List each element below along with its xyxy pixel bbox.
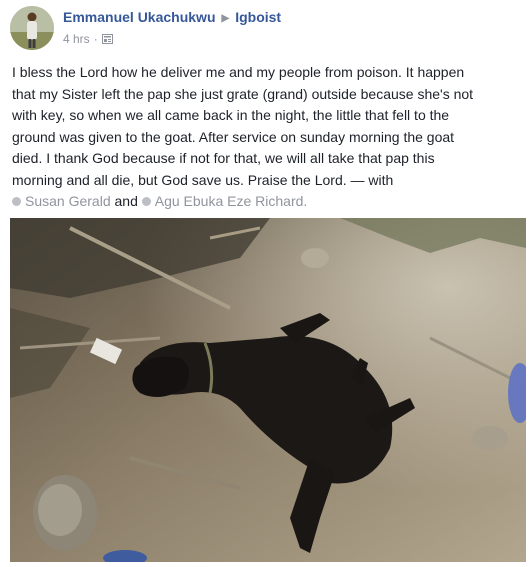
post-photo[interactable] — [10, 218, 529, 566]
audience-icon[interactable] — [101, 33, 113, 44]
tagged-people-line: Susan Gerald and Agu Ebuka Eze Richard. — [12, 191, 522, 213]
author-name-link[interactable]: Emmanuel Ukachukwu — [63, 9, 216, 25]
tag-joiner: and — [114, 193, 138, 209]
tag-end-period: . — [303, 193, 308, 209]
post-body-line: ground was given to the goat. After serv… — [12, 128, 455, 145]
tagged-person-link[interactable]: Susan Gerald — [12, 193, 111, 209]
post-body-line: with key, so when we all came back in th… — [12, 107, 450, 123]
meta-separator: · — [93, 32, 98, 46]
post-body-line: that my Sister left the pap she just gra… — [12, 85, 474, 102]
right-triangle-icon: ▶ — [221, 13, 230, 24]
post-body-line: morning and all die, but God save us. Pr… — [12, 171, 394, 188]
post-body-line: I bless the Lord how he deliver me and m… — [12, 64, 465, 80]
post-timestamp[interactable]: 4 hrs — [63, 32, 90, 46]
author-avatar[interactable] — [10, 6, 54, 50]
post-body: I bless the Lord how he deliver me and m… — [12, 62, 522, 213]
tagged-person-name: Susan Gerald — [25, 193, 111, 209]
tagged-person-link[interactable]: Agu Ebuka Eze Richard — [141, 193, 304, 209]
post-title-line: Emmanuel Ukachukwu ▶ Igboist — [63, 9, 281, 25]
group-name-link[interactable]: Igboist — [235, 9, 281, 25]
tagged-person-name: Agu Ebuka Eze Richard — [154, 193, 304, 209]
post-meta: 4 hrs · — [63, 32, 113, 46]
tagged-person-icon — [141, 197, 151, 206]
post-body-line: died. I thank God because if not for tha… — [12, 150, 435, 166]
facebook-post: Emmanuel Ukachukwu ▶ Igboist 4 hrs · I bles… — [0, 0, 529, 566]
tagged-person-icon — [12, 197, 21, 206]
